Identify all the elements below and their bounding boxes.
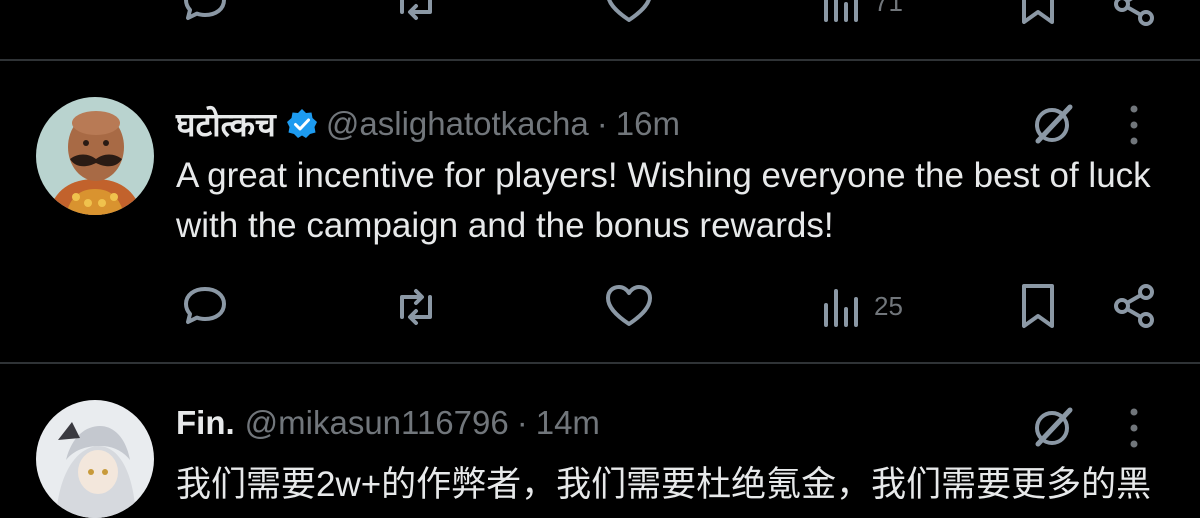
- like-button[interactable]: [604, 285, 654, 327]
- reply-button[interactable]: [180, 285, 230, 327]
- views-count: 71: [874, 0, 903, 17]
- bookmark-button[interactable]: [1018, 283, 1058, 329]
- display-name[interactable]: घटोत्कच: [176, 101, 276, 146]
- display-name[interactable]: Fin.: [176, 404, 235, 442]
- retweet-button[interactable]: [390, 285, 442, 327]
- reply-icon: [180, 285, 230, 327]
- tweet-header: Fin. @mikasun116796 · 14m: [176, 404, 600, 442]
- bookmark-icon: [1018, 0, 1058, 24]
- tweet-text: A great incentive for players! Wishing e…: [176, 156, 1151, 245]
- share-icon: [1112, 283, 1158, 329]
- grok-icon[interactable]: [1030, 404, 1078, 457]
- heart-icon: [604, 285, 654, 327]
- views-icon: [822, 0, 862, 22]
- tweet[interactable]: Fin. @mikasun116796 · 14m 我们需要2w+的作弊者，我们…: [0, 364, 1200, 518]
- avatar[interactable]: [36, 400, 154, 518]
- retweet-button[interactable]: [390, 0, 442, 22]
- retweet-icon: [390, 0, 442, 22]
- like-button[interactable]: [604, 0, 654, 22]
- views-button[interactable]: 25: [822, 285, 903, 327]
- separator-dot: ·: [596, 104, 608, 142]
- more-vertical-icon[interactable]: [1124, 406, 1144, 455]
- share-button[interactable]: [1112, 0, 1158, 26]
- avatar[interactable]: [36, 97, 154, 215]
- views-count: 25: [874, 290, 903, 321]
- separator-dot: ·: [516, 404, 528, 441]
- share-icon: [1112, 0, 1158, 26]
- views-button[interactable]: 71: [822, 0, 903, 22]
- views-icon: [822, 285, 862, 327]
- timestamp[interactable]: 16m: [616, 105, 680, 143]
- reply-button[interactable]: [180, 0, 230, 22]
- handle[interactable]: @aslighatotkacha: [326, 105, 589, 143]
- tweet[interactable]: घटोत्कच @aslighatotkacha · 16m A great i…: [0, 61, 1200, 362]
- share-button[interactable]: [1112, 283, 1158, 329]
- handle[interactable]: @mikasun116796: [245, 404, 509, 442]
- heart-icon: [604, 0, 654, 22]
- verified-badge-icon: [286, 108, 318, 140]
- tweet-header: घटोत्कच @aslighatotkacha · 16m: [176, 101, 680, 146]
- more-vertical-icon[interactable]: [1124, 103, 1144, 152]
- bookmark-button[interactable]: [1018, 0, 1058, 24]
- timestamp[interactable]: 14m: [536, 404, 600, 442]
- grok-icon[interactable]: [1030, 101, 1078, 154]
- previous-tweet-action-bar: 71: [0, 0, 1200, 26]
- tweet-text: 我们需要2w+的作弊者，我们需要杜绝氪金，我们需要更多的黑: [176, 465, 1152, 504]
- reply-icon: [180, 0, 230, 22]
- retweet-icon: [390, 285, 442, 327]
- bookmark-icon: [1018, 283, 1058, 329]
